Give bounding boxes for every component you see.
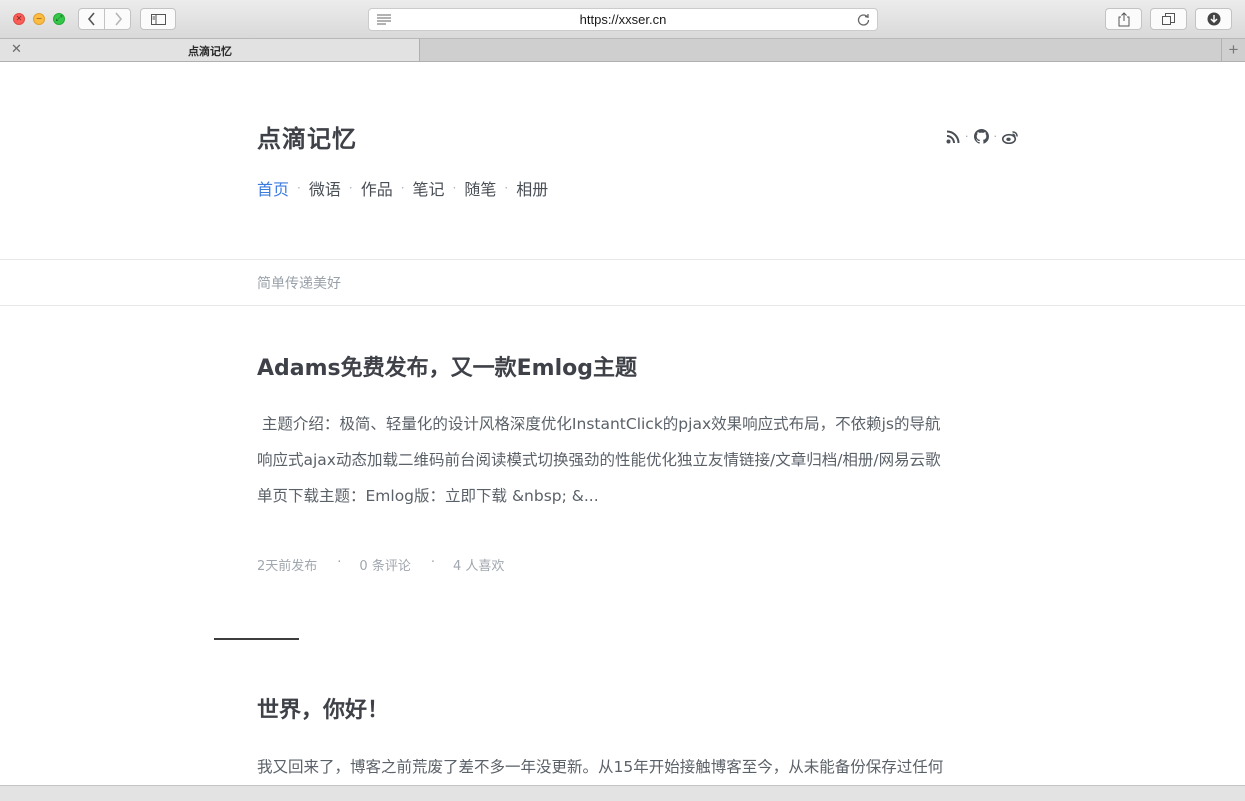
tab-active[interactable]: ✕ 点滴记忆 [0, 39, 420, 61]
rss-icon[interactable] [946, 130, 960, 144]
meta-separator: · [430, 555, 435, 570]
nav-separator: · [348, 181, 353, 195]
sidebar-icon [150, 13, 166, 25]
main-nav: 首页 · 微语 · 作品 · 笔记 · 随笔 · 相册 [257, 176, 548, 200]
tabs-icon [1162, 12, 1175, 25]
post-excerpt: 我又回来了，博客之前荒废了差不多一年没更新。从15年开始接触博客至今，从未能备份… [257, 749, 1027, 785]
share-button[interactable] [1105, 8, 1142, 30]
nav-separator: · [452, 181, 457, 195]
url-text[interactable]: https://xxser.cn [369, 9, 877, 30]
minimize-icon: − [35, 14, 43, 23]
browser-toolbar: ✕ − ⤢ https://xxser.cn [0, 0, 1245, 39]
tab-title: 点滴记忆 [188, 45, 232, 58]
post-likes[interactable]: 4 人喜欢 [453, 555, 504, 574]
social-links: · · [946, 129, 1019, 144]
post-divider [214, 638, 299, 640]
site-tagline: 简单传递美好 [257, 276, 341, 292]
nav-item-home[interactable]: 首页 [257, 176, 289, 200]
post-meta: 2天前发布 · 0 条评论 · 4 人喜欢 [257, 555, 504, 574]
post-excerpt: 主题介绍：极简、轻量化的设计风格深度优化InstantClick的pjax效果响… [257, 406, 1027, 514]
tagline-divider [0, 305, 1245, 306]
nav-item-weiyu[interactable]: 微语 [309, 176, 341, 200]
social-separator: · [993, 130, 998, 143]
nav-item-essays[interactable]: 随笔 [464, 176, 496, 200]
site-title[interactable]: 点滴记忆 [257, 119, 357, 154]
browser-status-bar [0, 785, 1245, 801]
download-icon [1207, 12, 1220, 26]
share-icon [1118, 11, 1129, 26]
nav-item-notes[interactable]: 笔记 [413, 176, 445, 200]
tab-bar: ✕ 点滴记忆 + [0, 39, 1245, 62]
github-icon[interactable] [973, 129, 989, 144]
back-button[interactable] [78, 8, 105, 30]
minimize-window-button[interactable]: − [33, 13, 45, 25]
post-comments-link[interactable]: 0 条评论 [359, 555, 410, 574]
nav-separator: · [400, 181, 405, 195]
nav-separator: · [297, 181, 301, 195]
tabs-overview-button[interactable] [1150, 8, 1187, 30]
weibo-icon[interactable] [1002, 130, 1019, 144]
close-icon: ✕ [15, 14, 23, 23]
zoom-window-button[interactable]: ⤢ [53, 13, 65, 25]
social-separator: · [965, 130, 969, 143]
reload-icon[interactable] [857, 13, 870, 26]
post-excerpt-line: 响应式ajax动态加载二维码前台阅读模式切换强劲的性能优化独立友情链接/文章归档… [257, 451, 941, 469]
post-excerpt-line: 我又回来了，博客之前荒废了差不多一年没更新。从15年开始接触博客至今，从未能备份… [257, 758, 944, 776]
meta-separator: · [337, 555, 342, 570]
nav-separator: · [504, 181, 509, 195]
nav-item-works[interactable]: 作品 [361, 176, 393, 200]
post-excerpt-line: 主题介绍：极简、轻量化的设计风格深度优化InstantClick的pjax效果响… [257, 415, 941, 433]
address-bar[interactable]: https://xxser.cn [368, 8, 878, 31]
close-window-button[interactable]: ✕ [13, 13, 25, 25]
nav-item-album[interactable]: 相册 [516, 176, 548, 200]
chevron-right-icon [114, 12, 122, 26]
zoom-icon: ⤢ [55, 14, 63, 23]
forward-button[interactable] [104, 8, 131, 30]
post-title[interactable]: 世界，你好！ [257, 692, 389, 724]
new-tab-button[interactable]: + [1221, 39, 1245, 61]
post-date: 2天前发布 [257, 559, 318, 574]
post-title[interactable]: Adams免费发布，又一款Emlog主题 [257, 350, 637, 382]
header-divider [0, 259, 1245, 260]
chevron-left-icon [87, 12, 95, 26]
downloads-button[interactable] [1195, 8, 1232, 30]
sidebar-button[interactable] [140, 8, 176, 30]
post-excerpt-line: 单页下载主题：Emlog版：立即下载 &nbsp; &... [257, 487, 599, 505]
